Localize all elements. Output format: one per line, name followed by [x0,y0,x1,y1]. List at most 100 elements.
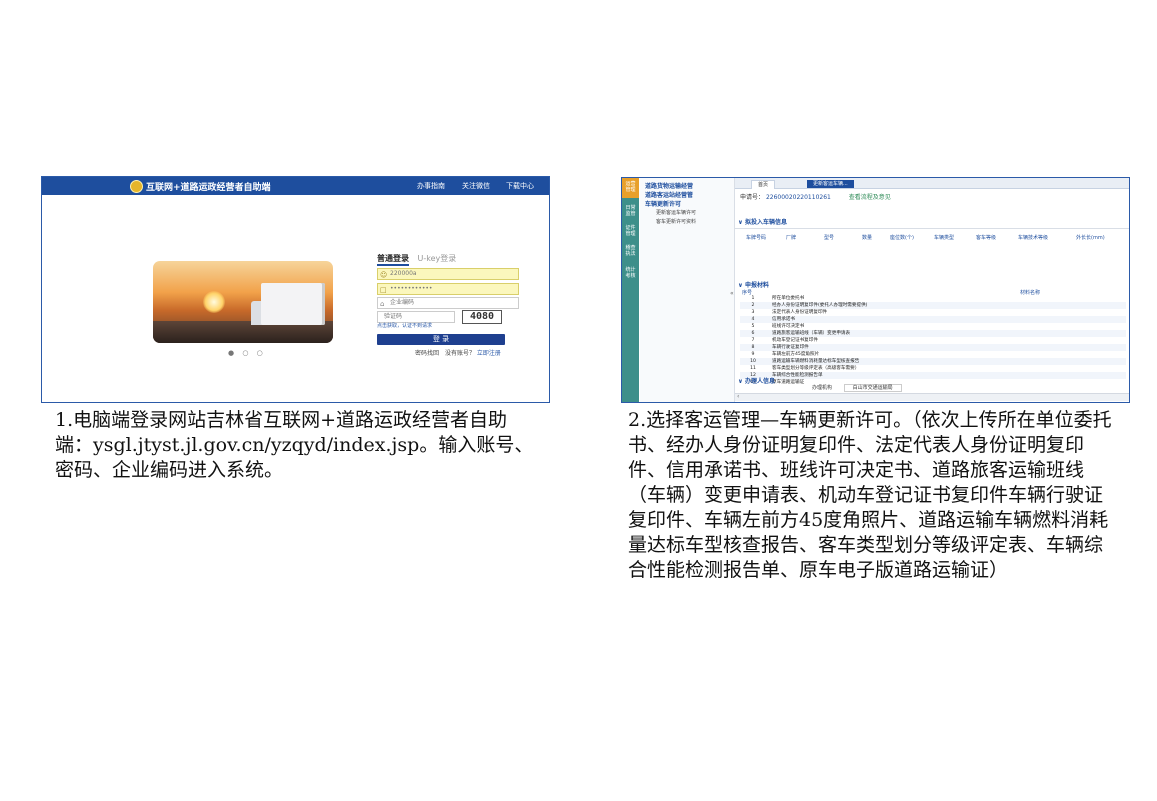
emblem-icon [130,180,143,193]
vehicle-renewal-screenshot: 运营管理 日常监管 证件管理 稽查执法 统计考核 道路货物运输经营 道路客运站经… [621,177,1130,403]
sunset-sun [203,291,225,313]
tree-item-freight[interactable]: 道路货物运输经营 [645,181,693,190]
material-no: 7 [751,338,755,343]
nav-guide-link[interactable]: 办事指南 [417,181,445,191]
sidebar-item-license[interactable]: 证件管理 [625,225,636,237]
tree-item-station[interactable]: 道路客运站经营管 [645,190,693,199]
tree-item-renewal[interactable]: 车辆更新许可 [645,199,681,208]
forgot-password-link[interactable]: 密码找回 [415,350,439,357]
material-no: 4 [751,317,755,322]
section-materials: ∨ 申报材料 [738,282,769,289]
material-row[interactable]: 10 道路运输车辆燃料消耗量达标车型核查报告 [740,358,1126,365]
material-row[interactable]: 3 法定代表人身份证明复印件 [740,309,1126,316]
vehicle-col-plate: 车牌号码 [746,235,767,241]
lock-icon: □ [380,286,387,294]
handler-value[interactable]: 白山市交通运输局 [843,384,902,392]
section-materials-title: 申报材料 [744,282,769,289]
material-name: 经办人身份证明复印件(委托人办理时需要提供) [772,303,868,308]
home-icon: ⌂ [380,300,385,308]
material-row[interactable]: 12 车辆综合性能检测报告单 [740,372,1126,379]
register-link[interactable]: 立即注册 [477,350,501,357]
tab-ukey-login[interactable]: U-key登录 [418,254,457,263]
material-no: 1 [751,296,755,301]
application-label: 申请号： [740,194,765,201]
material-no: 5 [751,324,755,329]
material-row[interactable]: 9 车辆左前方45度角照片 [740,351,1126,358]
tab-renewal[interactable]: 更新客运车辆... [807,180,854,188]
tab-bar: 首页 更新客运车辆... [735,178,1129,189]
sidebar-item-supervision[interactable]: 日常监管 [625,205,636,217]
material-row[interactable]: 1 所在单位委托书 [740,295,1126,302]
menu-tree: 道路货物运输经营 道路客运站经营管 车辆更新许可 更新客运车辆许可 客车更新许可… [640,178,735,402]
tab-home[interactable]: 首页 [751,180,776,189]
material-name: 机动车登记证书复印件 [772,338,818,343]
truck-container [261,283,325,325]
scroll-left-icon[interactable]: ‹ [737,393,739,400]
material-row[interactable]: 8 车辆行驶证复印件 [740,344,1126,351]
section-vehicle-title: 拟投入车辆信息 [744,219,787,226]
login-button[interactable]: 登 录 [377,334,505,345]
section-vehicle-info: ∨ 拟投入车辆信息 [738,219,787,226]
company-code-input[interactable]: ⌂ 企业编码 [377,297,519,309]
captcha-hint[interactable]: 点击获取，认证不到请求 [377,322,432,329]
sidebar-item-ops[interactable]: 运营管理 [625,181,636,193]
login-tabs: 普通登录 U-key登录 [377,253,457,266]
password-value: •••••••••••• [390,285,433,292]
vehicle-col-brand: 厂牌 [786,235,797,241]
material-name: 信用承诺书 [772,317,795,322]
material-row[interactable]: 4 信用承诺书 [740,316,1126,323]
material-no: 11 [750,366,756,371]
vehicle-col-length: 外长长(mm) [1076,235,1105,241]
material-no: 8 [751,345,755,350]
view-process-link[interactable]: 查看流程及意见 [849,194,891,201]
collapse-arrow-icon[interactable]: « [730,290,734,297]
sidebar-item-inspection[interactable]: 稽查执法 [625,245,636,257]
horizontal-scrollbar[interactable]: ‹ [735,393,1129,401]
sidebar-item-stats[interactable]: 统计考核 [625,267,636,279]
nav-download-link[interactable]: 下载中心 [506,181,534,191]
company-code-placeholder: 企业编码 [390,299,415,306]
application-line: 申请号： 22600020220110261 查看流程及意见 [740,192,891,201]
login-links: 密码找回 没有账号？ 立即注册 [415,348,501,357]
material-no: 3 [751,310,755,315]
vehicle-col-tech: 车辆技术等级 [1018,235,1049,241]
material-row[interactable]: 5 班线许可决定书 [740,323,1126,330]
vehicle-col-qty: 数量 [862,235,873,241]
account-input[interactable]: ☺ 220000a [377,268,519,280]
login-screenshot: 互联网+道路运政经营者自助端 办事指南 关注微信 下载中心 ● ○ ○ 普通登录… [41,176,550,403]
account-value: 220000a [390,270,417,277]
captcha-image[interactable]: 4080 [462,310,502,324]
caption-step-1: 1.电脑端登录网站吉林省互联网+道路运政经营者自助端：ysgl.jtyst.jl… [55,409,534,481]
material-name: 道路运输车辆燃料消耗量达标车型核查报告 [772,359,860,364]
vehicle-col-type: 车辆类型 [934,235,955,241]
nav-wechat-link[interactable]: 关注微信 [462,181,490,191]
no-account-text: 没有账号？ [444,350,475,357]
section-handler-title: 办理人信息 [744,378,775,385]
vehicle-col-seats: 座位数(个) [890,235,914,241]
material-row[interactable]: 13 原车道路运输证 [740,379,1126,386]
material-row[interactable]: 2 经办人身份证明复印件(委托人办理时需要提供) [740,302,1126,309]
captcha-placeholder: 验证码 [384,313,403,320]
material-row[interactable]: 7 机动车登记证书复印件 [740,337,1126,344]
material-name: 班线许可决定书 [772,324,805,329]
tree-sub-renew-bus[interactable]: 更新客运车辆许可 [656,209,696,216]
material-name: 车辆行驶证复印件 [772,345,809,350]
tree-sub-renew-docs[interactable]: 客车更新许可资料 [656,218,696,225]
material-name: 所在单位委托书 [772,296,805,301]
vehicle-col-model: 型号 [824,235,835,241]
application-number: 22600020220110261 [765,194,831,201]
user-icon: ☺ [380,271,388,279]
tab-normal-login[interactable]: 普通登录 [377,254,409,266]
carousel-dots[interactable]: ● ○ ○ [228,349,266,357]
password-input[interactable]: □ •••••••••••• [377,283,519,295]
material-row[interactable]: 6 道路旅客运输班线（车辆）变更申请表 [740,330,1126,337]
vehicle-col-grade: 客车等级 [976,235,997,241]
caption-step-2: 2.选择客运管理—车辆更新许可。（依次上传所在单位委托书、经办人身份证明复印件、… [628,409,1112,581]
material-name: 客车类型划分等级评定表（高级客车需要） [772,366,860,371]
material-name: 车辆综合性能检测报告单 [772,373,823,378]
material-no: 10 [750,359,756,364]
material-row[interactable]: 11 客车类型划分等级评定表（高级客车需要） [740,365,1126,372]
material-name: 法定代表人身份证明复印件 [772,310,828,315]
portal-title: 互联网+道路运政经营者自助端 [146,183,271,193]
material-no: 6 [751,331,755,336]
